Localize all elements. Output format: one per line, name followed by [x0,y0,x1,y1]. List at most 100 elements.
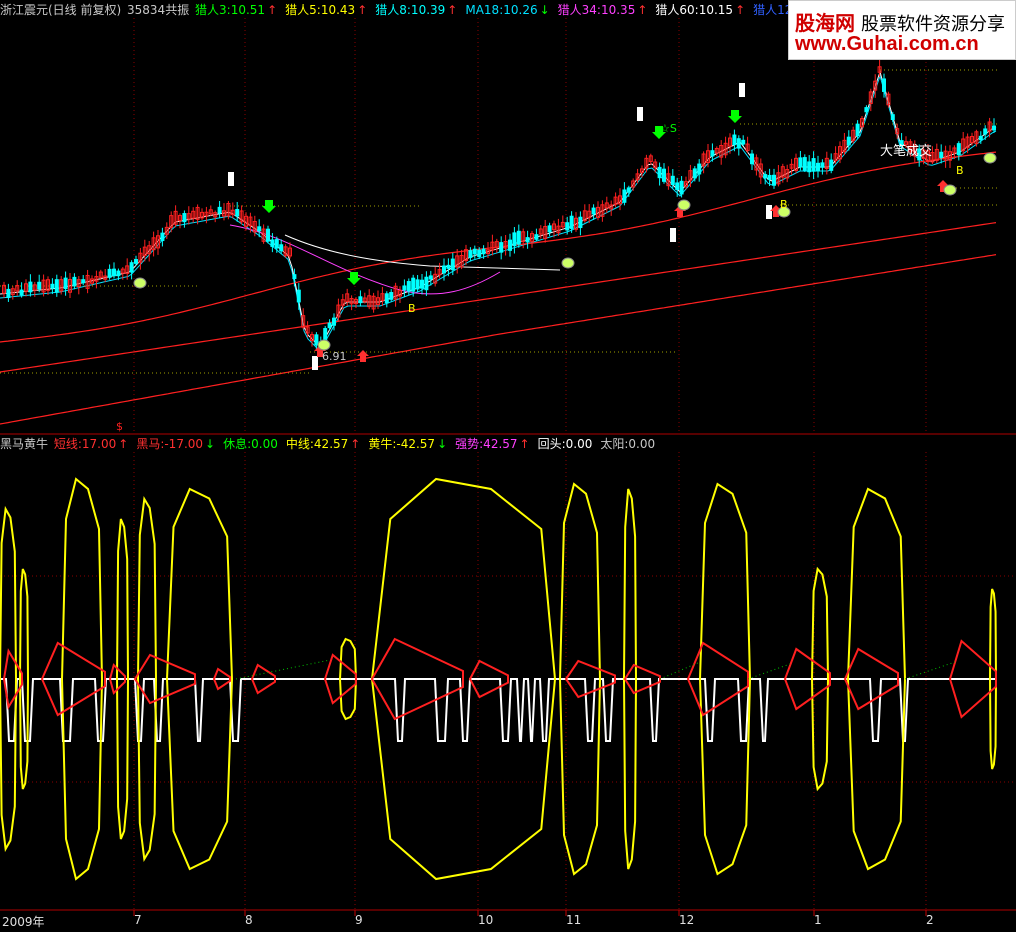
candlesticks[interactable] [2,58,996,351]
indicator-legend-item[interactable]: 短线:17.00 ↑ [54,437,130,451]
candle-body [112,268,116,277]
ma3-line [0,70,997,348]
down-arrow-icon [728,110,742,123]
indicator-legend-item[interactable]: 黑马:-17.00 ↓ [136,437,217,451]
candle-body [736,138,741,149]
candle-body [508,239,512,251]
price-legend-item-label: 猎人8:10.39 [375,3,446,17]
candle-body [798,157,803,168]
price-legend-item[interactable]: 猎人5:10.43 ↑ [285,3,369,17]
indicator-panel-header: 黑马黄牛 短线:17.00 ↑ 黑马:-17.00 ↓ 休息:0.00 中线:42.57 ↑… [0,436,665,452]
time-axis-label: 9 [355,913,363,927]
sell-flag-icon [766,205,772,219]
candle-body [129,262,134,273]
xiuxi-line [235,659,331,680]
watermark-url: www.Guhai.com.cn [795,33,979,55]
arrow-up-icon: ↑ [519,437,530,451]
candle-body [591,207,596,215]
watermark-slogan: 股票软件资源分享 [861,14,1005,35]
apple-icon [133,277,147,289]
down-arrow-icon [347,272,361,285]
star-s-mark: ☆S [660,122,677,135]
big-trade-label: 大笔成交 [880,144,933,159]
buy-mark-b: B [408,302,416,315]
candle-body [72,276,77,287]
arrow-down-icon: ↓ [205,437,216,451]
indicator-legend-item-label: 黄牛:-42.57 [368,437,436,451]
indicator-legend-item[interactable]: 休息:0.00 [223,437,280,451]
price-legend-item[interactable]: MA18:10.26 ↓ [465,3,551,17]
indicator-legend-item-label: 短线:17.00 [53,437,117,451]
candle-body [235,208,240,217]
candle-body [134,259,138,264]
arrow-up-icon: ↑ [735,3,746,17]
indicator-legend-item-label: 太阳:0.00 [600,437,656,451]
price-legend-item[interactable]: 猎人3:10.51 ↑ [195,3,279,17]
candle-body [257,226,262,232]
indicator-legend-item[interactable]: 太阳:0.00 [600,437,657,451]
candle-body [472,248,477,255]
ma34-line [229,224,501,295]
candle-body [710,150,715,157]
price-legend-item-label: MA18:10.26 [465,3,538,17]
arrow-down-icon: ↓ [539,3,550,17]
down-arrow-icon [262,200,276,213]
candle-body [626,187,631,193]
candle-body [28,281,33,293]
indicator-legend-item[interactable]: 黄牛:-42.57 ↓ [368,437,449,451]
candle-body [81,279,86,284]
candle-body [662,168,666,182]
candle-body [578,216,583,229]
candle-body [116,270,121,277]
indicator-legend-item[interactable]: 回头:0.00 [538,437,595,451]
time-axis-label: 2 [926,913,934,927]
candle-body [855,123,860,137]
candle-body [406,281,411,292]
candle-body [565,222,570,231]
candle-body [19,289,24,296]
watermark-logo: 股海网 股票软件资源分享 www.Guhai.com.cn [788,0,1016,60]
candle-body [547,225,552,233]
price-legend-item[interactable]: 猎人34:10.35 ↑ [558,3,650,17]
candle-body [292,274,297,280]
candle-body [450,258,455,271]
sell-flag-icon [739,83,745,97]
candle-body [657,166,662,179]
chart-window[interactable]: 浙江震元(日线 前复权) 35834共振 猎人3:10.51 ↑ 猎人5:10.43… [0,0,1016,932]
candle-body [332,317,336,326]
xiuxi-line [904,661,956,680]
price-legend-item[interactable]: 猎人8:10.39 ↑ [375,3,459,17]
price-panel-header: 浙江震元(日线 前复权) 35834共振 猎人3:10.51 ↑ 猎人5:10.43… [0,2,873,18]
apple-icon [317,339,331,351]
candle-body [266,228,270,242]
indicator-legend-item-label: 黑马:-17.00 [136,437,204,451]
candle-body [767,174,772,181]
candle-body [415,279,420,290]
candle-body [442,265,446,274]
candle-body [956,143,961,156]
candle-body [182,213,187,223]
indicator-name[interactable]: 35834共振 [127,3,189,17]
candle-body [420,279,424,289]
indicator-legend-item[interactable]: 强势:42.57 ↑ [455,437,531,451]
indicator-legend-item[interactable]: 中线:42.57 ↑ [286,437,362,451]
candle-body [50,283,55,289]
candle-body [679,180,684,195]
time-axis-label: 8 [245,913,253,927]
chart-canvas[interactable] [0,0,1016,932]
buy-mark-b-2: B [956,164,964,177]
sell-flag-icon [228,172,234,186]
candle-body [274,239,279,249]
xiuxi-line [747,663,791,680]
price-legend-item[interactable]: 猎人60:10.15 ↑ [655,3,747,17]
candle-body [525,237,530,243]
arrow-up-icon: ↑ [637,3,648,17]
candle-body [820,162,825,168]
candle-body [802,157,807,171]
indicator-lines[interactable] [0,477,998,881]
indicator-title[interactable]: 黑马黄牛 [0,437,48,451]
candle-body [983,128,988,135]
candle-body [499,242,504,253]
candle-body [217,206,222,214]
stock-title[interactable]: 浙江震元(日线 前复权) [0,3,121,17]
